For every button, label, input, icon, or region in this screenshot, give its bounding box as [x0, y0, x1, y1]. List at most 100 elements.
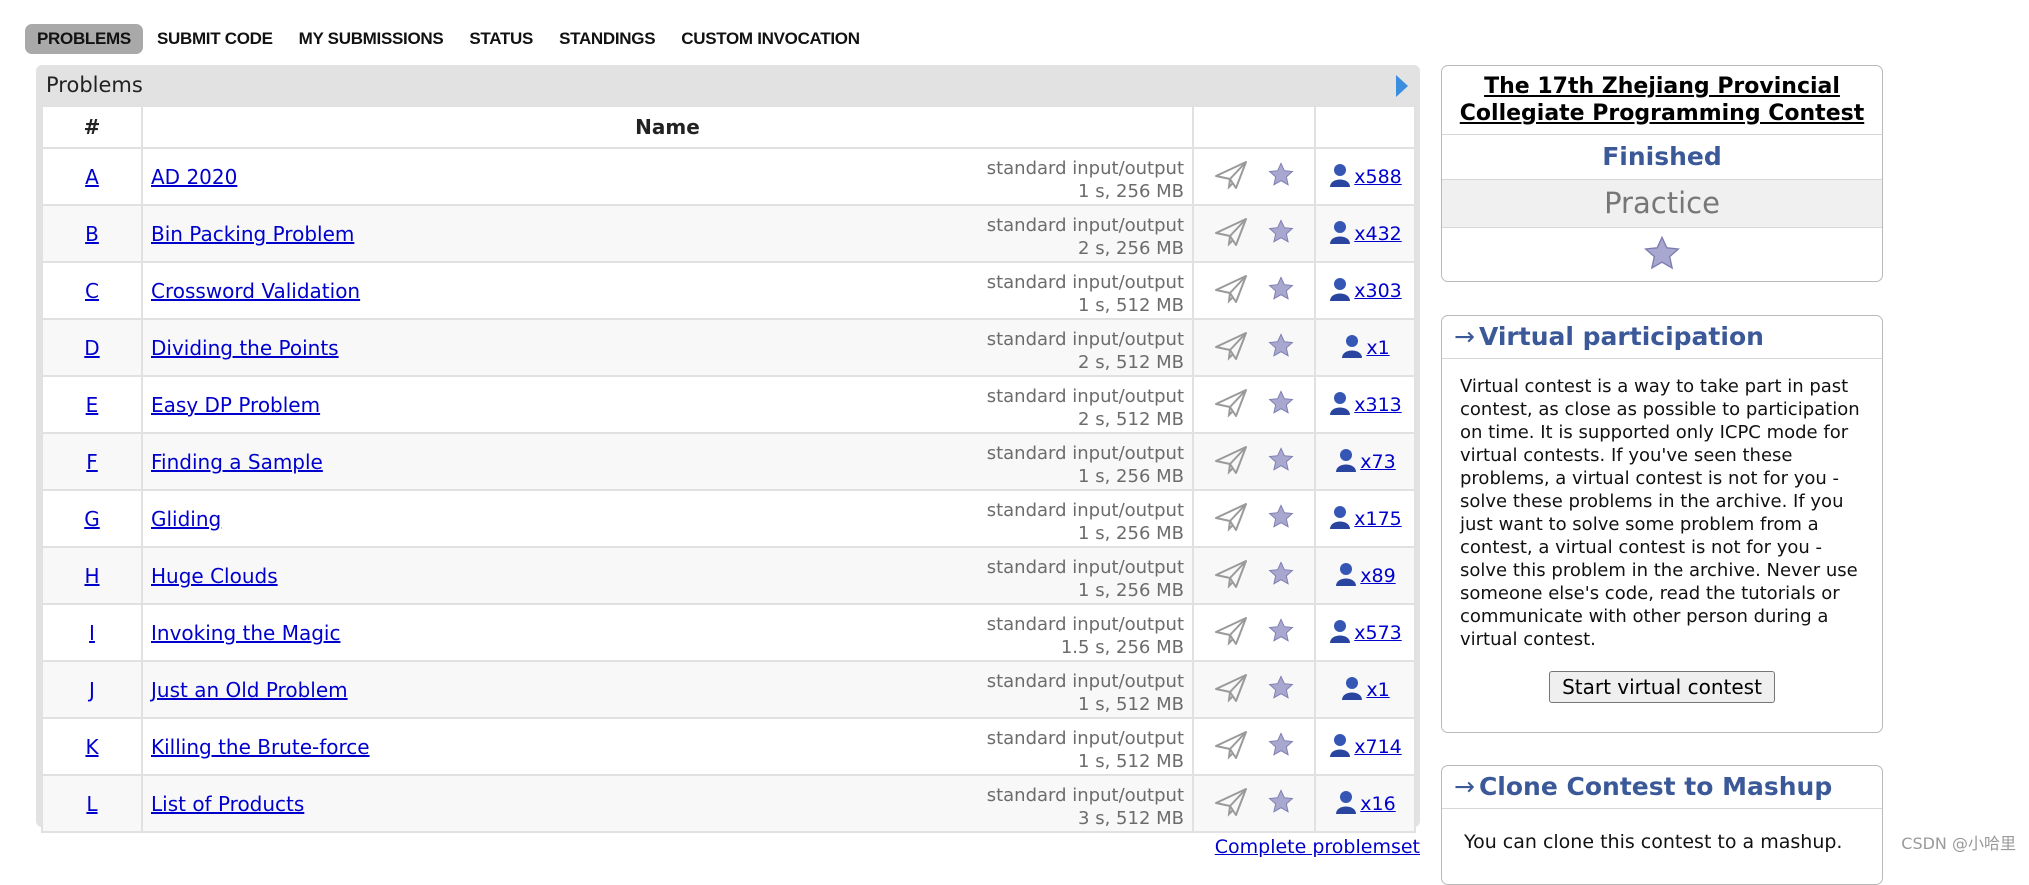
star-icon[interactable] [1267, 161, 1295, 193]
star-icon[interactable] [1267, 446, 1295, 478]
contest-nav: PROBLEMS SUBMIT CODE MY SUBMISSIONS STATUS S… [25, 24, 874, 54]
paper-plane-icon[interactable] [1214, 217, 1248, 251]
paper-plane-icon[interactable] [1214, 730, 1248, 764]
nav-item-submit-code[interactable]: SUBMIT CODE [145, 24, 285, 54]
paper-plane-icon[interactable] [1214, 559, 1248, 593]
solved-count-link[interactable]: x714 [1354, 736, 1402, 758]
watermark: CSDN @小哈里 [1901, 834, 2016, 853]
star-icon[interactable] [1267, 332, 1295, 364]
problem-name-link[interactable]: Finding a Sample [151, 450, 323, 474]
problem-name-link[interactable]: Bin Packing Problem [151, 222, 354, 246]
table-row: G Gliding standard input/output 1 s, 256 MB… [41, 489, 1416, 548]
star-icon[interactable] [1267, 731, 1295, 763]
paper-plane-icon[interactable] [1214, 160, 1248, 194]
arrow-right-icon: → [1454, 322, 1475, 351]
paper-plane-icon[interactable] [1214, 331, 1248, 365]
problem-index-link[interactable]: G [84, 507, 100, 531]
problem-actions-cell [1192, 774, 1316, 833]
problem-index-link[interactable]: I [89, 621, 95, 645]
problem-time-memory: 1 s, 256 MB [1078, 523, 1184, 544]
problem-limits: standard input/output 1 s, 256 MB [987, 157, 1184, 203]
star-icon[interactable] [1642, 235, 1682, 278]
table-row: D Dividing the Points standard input/outpu… [41, 318, 1416, 377]
nav-item-my-submissions[interactable]: MY SUBMISSIONS [287, 24, 456, 54]
nav-item-status[interactable]: STATUS [457, 24, 545, 54]
contest-phase: Practice [1442, 180, 1882, 228]
paper-plane-icon[interactable] [1214, 502, 1248, 536]
problem-index-link[interactable]: L [86, 792, 97, 816]
problem-io: standard input/output [986, 215, 1184, 236]
solved-count-link[interactable]: x432 [1354, 223, 1402, 245]
paper-plane-icon[interactable] [1214, 388, 1248, 422]
problem-index-link[interactable]: B [85, 222, 99, 246]
problem-index-cell: L [41, 774, 143, 833]
paper-plane-icon[interactable] [1214, 616, 1248, 650]
star-icon[interactable] [1267, 275, 1295, 307]
problem-name-link[interactable]: Invoking the Magic [151, 621, 340, 645]
problem-index-link[interactable]: E [86, 393, 99, 417]
star-icon[interactable] [1267, 788, 1295, 820]
problem-name-link[interactable]: Killing the Brute-force [151, 735, 370, 759]
solved-count-link[interactable]: x1 [1366, 679, 1389, 701]
star-icon[interactable] [1267, 674, 1295, 706]
problem-index-cell: K [41, 717, 143, 776]
problem-io: standard input/output [986, 557, 1184, 578]
problem-name-link[interactable]: Just an Old Problem [151, 678, 348, 702]
solved-count-link[interactable]: x89 [1360, 565, 1395, 587]
solved-count-link[interactable]: x303 [1354, 280, 1402, 302]
solved-count-link[interactable]: x16 [1360, 793, 1395, 815]
star-icon[interactable] [1267, 218, 1295, 250]
problem-name-link[interactable]: Easy DP Problem [151, 393, 320, 417]
solved-count-link[interactable]: x175 [1354, 508, 1402, 530]
star-icon[interactable] [1267, 560, 1295, 592]
problem-index-link[interactable]: J [89, 678, 95, 702]
paper-plane-icon[interactable] [1214, 445, 1248, 479]
paper-plane-icon[interactable] [1214, 787, 1248, 821]
problem-index-link[interactable]: A [85, 165, 99, 189]
problem-io: standard input/output [986, 671, 1184, 692]
nav-item-problems[interactable]: PROBLEMS [25, 24, 143, 54]
problem-solved-cell: x89 [1314, 546, 1416, 605]
user-icon [1328, 618, 1352, 648]
problem-name-link[interactable]: AD 2020 [151, 165, 237, 189]
problem-time-memory: 2 s, 512 MB [1078, 352, 1184, 373]
contest-title[interactable]: The 17th Zhejiang Provincial Collegiate … [1442, 66, 1882, 135]
problem-name-link[interactable]: Dividing the Points [151, 336, 339, 360]
solved-count-link[interactable]: x1 [1366, 337, 1389, 359]
virtual-participation-description: Virtual contest is a way to take part in… [1460, 376, 1860, 650]
problem-name-link[interactable]: Huge Clouds [151, 564, 278, 588]
solved-count-link[interactable]: x313 [1354, 394, 1402, 416]
table-header-row: # Name [41, 105, 1416, 149]
contest-info-box: The 17th Zhejiang Provincial Collegiate … [1441, 65, 1883, 282]
problem-solved-cell: x1 [1314, 660, 1416, 719]
problem-io: standard input/output [986, 272, 1184, 293]
star-icon[interactable] [1267, 389, 1295, 421]
problem-index-link[interactable]: H [84, 564, 99, 588]
paper-plane-icon[interactable] [1214, 673, 1248, 707]
star-icon[interactable] [1267, 617, 1295, 649]
problem-index-link[interactable]: D [84, 336, 99, 360]
problem-actions-cell [1192, 546, 1316, 605]
problem-name-cell: Finding a Sample standard input/output 1 s… [141, 432, 1194, 491]
star-icon[interactable] [1267, 503, 1295, 535]
solved-count-link[interactable]: x588 [1354, 166, 1402, 188]
problem-name-link[interactable]: Gliding [151, 507, 221, 531]
solved-count-link[interactable]: x73 [1360, 451, 1395, 473]
nav-item-custom-invocation[interactable]: CUSTOM INVOCATION [669, 24, 871, 54]
complete-problemset-link[interactable]: Complete problemset [1215, 836, 1420, 858]
solved-count-link[interactable]: x573 [1354, 622, 1402, 644]
problem-index-link[interactable]: C [85, 279, 99, 303]
problem-name-link[interactable]: List of Products [151, 792, 304, 816]
start-virtual-contest-button[interactable]: Start virtual contest [1549, 671, 1775, 703]
problem-time-memory: 1 s, 512 MB [1078, 694, 1184, 715]
problem-index-link[interactable]: K [85, 735, 98, 759]
problem-limits: standard input/output 1 s, 256 MB [987, 442, 1184, 488]
problem-name-cell: Bin Packing Problem standard input/output… [141, 204, 1194, 263]
paper-plane-icon[interactable] [1214, 274, 1248, 308]
problems-table: # Name A AD 2020 standard input/output 1 s,… [41, 105, 1416, 833]
problem-name-link[interactable]: Crossword Validation [151, 279, 360, 303]
problem-index-link[interactable]: F [86, 450, 98, 474]
triangle-right-icon[interactable] [1396, 75, 1408, 97]
user-icon [1334, 789, 1358, 819]
nav-item-standings[interactable]: STANDINGS [547, 24, 667, 54]
